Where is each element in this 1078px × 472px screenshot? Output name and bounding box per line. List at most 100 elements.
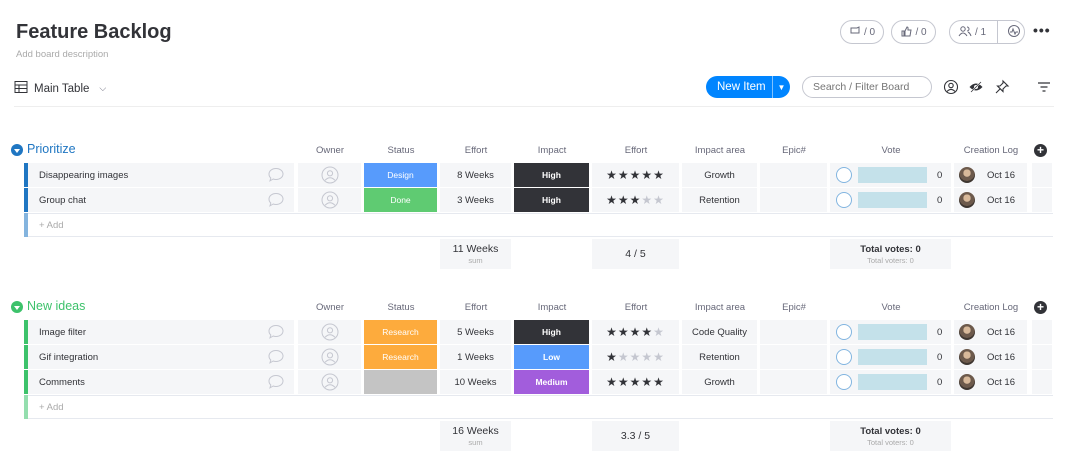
status-cell[interactable]	[364, 370, 437, 394]
column-header-epic[interactable]: Epic#	[760, 302, 828, 313]
item-name-cell[interactable]: Image filter	[28, 320, 294, 344]
filter-icon[interactable]	[1036, 79, 1052, 95]
owner-cell[interactable]	[298, 370, 361, 394]
comment-bubble-icon[interactable]	[267, 324, 285, 340]
impact-area-cell[interactable]: Growth	[682, 163, 757, 187]
vote-cell[interactable]: 0	[830, 320, 951, 344]
epic-cell[interactable]	[760, 320, 827, 344]
column-header-stars[interactable]: Effort	[592, 145, 680, 156]
vote-button[interactable]	[836, 324, 852, 340]
effort-cell[interactable]: 10 Weeks	[440, 370, 511, 394]
impact-cell[interactable]: High	[514, 163, 589, 187]
item-name-cell[interactable]: Group chat	[28, 188, 294, 212]
column-header-stars[interactable]: Effort	[592, 302, 680, 313]
add-item-input[interactable]: + Add	[28, 395, 1053, 419]
column-header-owner[interactable]: Owner	[298, 145, 362, 156]
column-header-vote[interactable]: Vote	[830, 302, 952, 313]
effort-cell[interactable]: 5 Weeks	[440, 320, 511, 344]
vote-button[interactable]	[836, 167, 852, 183]
updates-button[interactable]: / 0	[840, 20, 884, 44]
add-column-icon[interactable]: +	[1034, 144, 1047, 157]
avatar[interactable]	[959, 324, 975, 340]
column-header-log[interactable]: Creation Log	[954, 302, 1028, 313]
status-cell[interactable]: Research	[364, 345, 437, 369]
group-title[interactable]: Prioritize	[27, 142, 76, 156]
members-button[interactable]: / 1	[949, 20, 1025, 44]
vote-cell[interactable]: 0	[830, 188, 951, 212]
column-header-vote[interactable]: Vote	[830, 145, 952, 156]
epic-cell[interactable]	[760, 163, 827, 187]
add-column-icon[interactable]: +	[1034, 301, 1047, 314]
impact-cell[interactable]: High	[514, 320, 589, 344]
vote-button[interactable]	[836, 349, 852, 365]
group-title[interactable]: New ideas	[27, 299, 85, 313]
status-cell[interactable]: Done	[364, 188, 437, 212]
column-header-epic[interactable]: Epic#	[760, 145, 828, 156]
owner-cell[interactable]	[298, 163, 361, 187]
pin-icon[interactable]	[994, 79, 1010, 95]
vote-cell[interactable]: 0	[830, 370, 951, 394]
rating-cell[interactable]: ★★★★★	[592, 320, 679, 344]
search-input[interactable]	[802, 76, 932, 98]
impact-cell[interactable]: Low	[514, 345, 589, 369]
hide-columns-icon[interactable]	[968, 79, 984, 95]
star-rating[interactable]: ★★★★★	[606, 375, 665, 389]
table-row[interactable]: Image filter Research 5 Weeks High ★★★★★…	[24, 320, 1053, 344]
vote-cell[interactable]: 0	[830, 345, 951, 369]
status-cell[interactable]: Research	[364, 320, 437, 344]
comment-bubble-icon[interactable]	[267, 349, 285, 365]
vote-cell[interactable]: 0	[830, 163, 951, 187]
item-name-cell[interactable]: Disappearing images	[28, 163, 294, 187]
impact-area-cell[interactable]: Retention	[682, 188, 757, 212]
table-row[interactable]: Group chat Done 3 Weeks High ★★★★★ Reten…	[24, 188, 1053, 212]
status-cell[interactable]: Design	[364, 163, 437, 187]
column-header-impact[interactable]: Impact	[514, 302, 590, 313]
column-header-impact[interactable]: Impact	[514, 145, 590, 156]
owner-cell[interactable]	[298, 188, 361, 212]
vote-button[interactable]	[836, 374, 852, 390]
impact-area-cell[interactable]: Retention	[682, 345, 757, 369]
rating-cell[interactable]: ★★★★★	[592, 163, 679, 187]
owner-cell[interactable]	[298, 320, 361, 344]
table-row[interactable]: Comments 10 Weeks Medium ★★★★★ Growth 0	[24, 370, 1053, 394]
epic-cell[interactable]	[760, 188, 827, 212]
comment-bubble-icon[interactable]	[267, 192, 285, 208]
avatar[interactable]	[959, 167, 975, 183]
effort-cell[interactable]: 1 Weeks	[440, 345, 511, 369]
star-rating[interactable]: ★★★★★	[606, 350, 665, 364]
vote-button[interactable]	[836, 192, 852, 208]
effort-cell[interactable]: 8 Weeks	[440, 163, 511, 187]
column-header-status[interactable]: Status	[364, 145, 438, 156]
column-header-area[interactable]: Impact area	[682, 302, 758, 313]
effort-cell[interactable]: 3 Weeks	[440, 188, 511, 212]
impact-area-cell[interactable]: Code Quality	[682, 320, 757, 344]
avatar[interactable]	[959, 192, 975, 208]
item-name-cell[interactable]: Comments	[28, 370, 294, 394]
impact-area-cell[interactable]: Growth	[682, 370, 757, 394]
group-collapse-icon[interactable]	[11, 144, 23, 156]
star-rating[interactable]: ★★★★★	[606, 193, 665, 207]
star-rating[interactable]: ★★★★★	[606, 325, 665, 339]
group-collapse-icon[interactable]	[11, 301, 23, 313]
view-selector[interactable]: Main Table ⌵	[14, 80, 106, 97]
epic-cell[interactable]	[760, 370, 827, 394]
board-title[interactable]: Feature Backlog	[16, 21, 172, 44]
avatar[interactable]	[959, 374, 975, 390]
column-header-log[interactable]: Creation Log	[954, 145, 1028, 156]
impact-cell[interactable]: High	[514, 188, 589, 212]
item-name-cell[interactable]: Gif integration	[28, 345, 294, 369]
star-rating[interactable]: ★★★★★	[606, 168, 665, 182]
rating-cell[interactable]: ★★★★★	[592, 345, 679, 369]
comment-bubble-icon[interactable]	[267, 167, 285, 183]
impact-cell[interactable]: Medium	[514, 370, 589, 394]
activity-icon[interactable]	[1007, 24, 1021, 41]
owner-cell[interactable]	[298, 345, 361, 369]
more-menu-button[interactable]: •••	[1033, 22, 1051, 38]
add-item-row[interactable]: + Add	[24, 213, 1053, 237]
comment-bubble-icon[interactable]	[267, 374, 285, 390]
new-item-button[interactable]: New Item ▼	[706, 76, 790, 98]
board-description[interactable]: Add board description	[16, 49, 108, 60]
table-row[interactable]: Gif integration Research 1 Weeks Low ★★★…	[24, 345, 1053, 369]
column-header-effort[interactable]: Effort	[440, 302, 512, 313]
column-header-area[interactable]: Impact area	[682, 145, 758, 156]
